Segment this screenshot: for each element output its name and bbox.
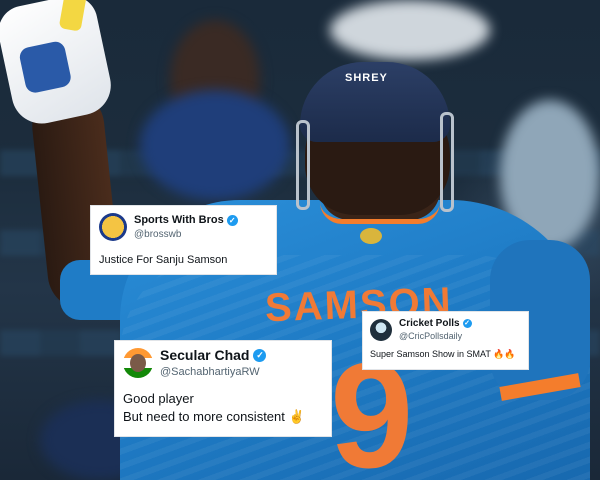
- tweet-header: Cricket Polls ✓ @CricPollsdaily: [370, 318, 521, 341]
- author-name[interactable]: Cricket Polls: [399, 318, 460, 329]
- tweet-text-line: But need to more consistent ✌️: [123, 409, 305, 424]
- crowd-figure: [330, 0, 490, 60]
- tweet-header: Sports With Bros ✓ @brosswb: [99, 213, 268, 241]
- verified-badge-icon: ✓: [462, 319, 472, 328]
- tweet-author: Secular Chad ✓ @SachabhartiyaRW: [160, 347, 267, 378]
- tweet-text: Good player But need to more consistent …: [123, 390, 323, 426]
- jersey-badge: [360, 228, 382, 244]
- crowd-figure: [140, 90, 290, 200]
- verified-badge-icon: ✓: [226, 214, 238, 226]
- helmet-brand: SHREY: [345, 72, 388, 84]
- tweet-text: Super Samson Show in SMAT 🔥🔥: [370, 349, 516, 359]
- tweet-header: Secular Chad ✓ @SachabhartiyaRW: [123, 347, 323, 378]
- tweet-author: Cricket Polls ✓ @CricPollsdaily: [399, 318, 472, 341]
- tweet-text-line: Good player: [123, 391, 194, 406]
- author-handle[interactable]: @SachabhartiyaRW: [160, 366, 266, 378]
- glove-logo: [18, 39, 73, 95]
- tweet-text: Justice For Sanju Samson: [99, 254, 228, 266]
- author-name[interactable]: Secular Chad: [160, 347, 249, 363]
- secular-chad-avatar[interactable]: [123, 347, 153, 378]
- author-handle[interactable]: @brosswb: [134, 229, 238, 240]
- cricket-polls-avatar[interactable]: [370, 318, 392, 341]
- sports-with-bros-logo-avatar[interactable]: [99, 213, 127, 241]
- verified-badge-icon: ✓: [253, 348, 267, 362]
- helmet-grill: [296, 120, 310, 210]
- jersey-collar: [320, 202, 440, 224]
- tweet-card[interactable]: Sports With Bros ✓ @brosswb Justice For …: [90, 205, 277, 275]
- author-name[interactable]: Sports With Bros: [134, 214, 224, 226]
- avatar-face: [130, 353, 146, 372]
- tweet-author: Sports With Bros ✓ @brosswb: [134, 214, 238, 240]
- tweet-card[interactable]: Secular Chad ✓ @SachabhartiyaRW Good pla…: [114, 340, 332, 437]
- tweet-card[interactable]: Cricket Polls ✓ @CricPollsdaily Super Sa…: [362, 311, 529, 370]
- helmet-grill: [440, 112, 454, 212]
- author-handle[interactable]: @CricPollsdaily: [399, 331, 472, 341]
- photo-background: SHREY SAMSON 9 Sports With Bros ✓ @bross…: [0, 0, 600, 480]
